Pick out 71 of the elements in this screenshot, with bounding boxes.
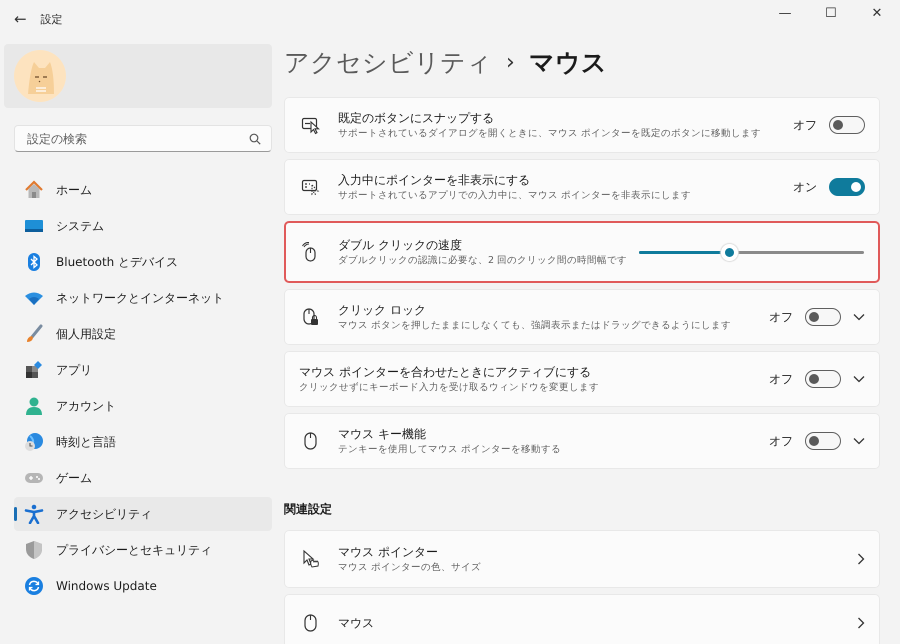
avatar-drawing xyxy=(14,50,66,102)
toggle-state-label: オン xyxy=(793,178,817,196)
apps-icon xyxy=(24,360,44,380)
pointer-snap-icon xyxy=(301,115,321,135)
sidebar-item[interactable]: 時刻と言語 xyxy=(14,425,272,459)
hand-pointer-icon xyxy=(301,549,321,569)
setting-description: マウス ポインターの色、サイズ xyxy=(338,562,482,574)
sidebar-item[interactable]: Bluetooth とデバイス xyxy=(14,245,272,279)
sidebar-item[interactable]: ホーム xyxy=(14,173,272,207)
mouse-lock-icon xyxy=(301,307,321,327)
chevron-right-icon[interactable] xyxy=(857,617,865,629)
sidebar-item[interactable]: 個人用設定 xyxy=(14,317,272,351)
sidebar-item[interactable]: アプリ xyxy=(14,353,272,387)
toggle-state-label: オフ xyxy=(769,370,793,388)
setting-description: マウス ボタンを押したままにしなくても、強調表示またはドラッグできるようにします xyxy=(338,320,732,332)
shield-icon xyxy=(24,540,44,560)
sidebar-item[interactable]: アクセシビリティ xyxy=(14,497,272,531)
slider-thumb[interactable] xyxy=(721,244,738,260)
search-input[interactable]: 設定の検索 xyxy=(25,130,249,146)
toggle-switch[interactable] xyxy=(829,116,865,134)
pointer-hide-icon xyxy=(301,177,321,197)
close-button[interactable]: ✕ xyxy=(854,0,900,26)
accessibility-icon xyxy=(24,504,44,524)
page-title: マウス xyxy=(528,47,607,79)
section-heading: 関連設定 xyxy=(284,501,333,518)
window-title: 設定 xyxy=(40,12,63,26)
chevron-down-icon[interactable] xyxy=(853,313,865,321)
related-link-card[interactable]: マウス xyxy=(284,594,880,644)
person-icon xyxy=(24,396,44,416)
update-icon xyxy=(24,576,44,596)
setting-title: マウス xyxy=(338,614,374,632)
sidebar-item[interactable]: システム xyxy=(14,209,272,243)
toggle-state-label: オフ xyxy=(793,116,817,134)
toggle-switch[interactable] xyxy=(805,370,841,388)
sidebar-item[interactable]: ネットワークとインターネット xyxy=(14,281,272,315)
chevron-down-icon[interactable] xyxy=(853,375,865,383)
sidebar-item[interactable]: ゲーム xyxy=(14,461,272,495)
setting-title: 既定のボタンにスナップする xyxy=(338,110,495,126)
toggle-state-label: オフ xyxy=(769,432,793,450)
setting-title: ダブル クリックの速度 xyxy=(338,236,463,253)
sidebar-item[interactable]: プライバシーとセキュリティ xyxy=(14,533,272,567)
setting-title: マウス ポインター xyxy=(338,544,439,560)
chevron-down-icon[interactable] xyxy=(853,437,865,445)
setting-description: サポートされているアプリでの入力中に、マウス ポインターを非表示にします xyxy=(338,190,692,202)
setting-title: マウス キー機能 xyxy=(338,426,427,442)
setting-description: クリックせずにキーボード入力を受け取るウィンドウを変更します xyxy=(299,382,599,394)
chevron-right-icon[interactable] xyxy=(857,553,865,565)
setting-description: ダブルクリックの認識に必要な、2 回のクリック間の時間幅です xyxy=(338,254,628,268)
minimize-button[interactable]: — xyxy=(762,0,808,26)
sidebar-item[interactable]: アカウント xyxy=(14,389,272,423)
brush-icon xyxy=(24,324,44,344)
breadcrumb-link[interactable]: アクセシビリティ xyxy=(284,46,492,79)
search-field[interactable]: 設定の検索 xyxy=(14,125,272,152)
setting-description: テンキーを使用してマウス ポインターを移動する xyxy=(338,444,562,456)
globe-clock-icon xyxy=(24,432,44,452)
toggle-switch[interactable] xyxy=(805,432,841,450)
maximize-button[interactable]: ☐ xyxy=(808,0,854,26)
home-icon xyxy=(24,180,44,200)
toggle-state-label: オフ xyxy=(769,308,793,326)
related-link-card[interactable]: マウス ポインター マウス ポインターの色、サイズ xyxy=(284,530,880,588)
sidebar-item[interactable]: Windows Update xyxy=(14,569,272,603)
search-icon xyxy=(249,132,261,144)
toggle-switch[interactable] xyxy=(805,308,841,326)
back-button[interactable]: ← xyxy=(10,10,31,28)
toggle-switch[interactable] xyxy=(829,178,865,196)
setting-title: マウス ポインターを合わせたときにアクティブにする xyxy=(299,364,592,380)
setting-title: クリック ロック xyxy=(338,302,427,318)
setting-title: 入力中にポインターを非表示にする xyxy=(338,172,531,188)
selection-indicator xyxy=(14,507,17,521)
setting-description: サポートされているダイアログを開くときに、マウス ポインターを既定のボタンに移動します xyxy=(338,128,762,140)
breadcrumb-separator: › xyxy=(506,50,515,75)
